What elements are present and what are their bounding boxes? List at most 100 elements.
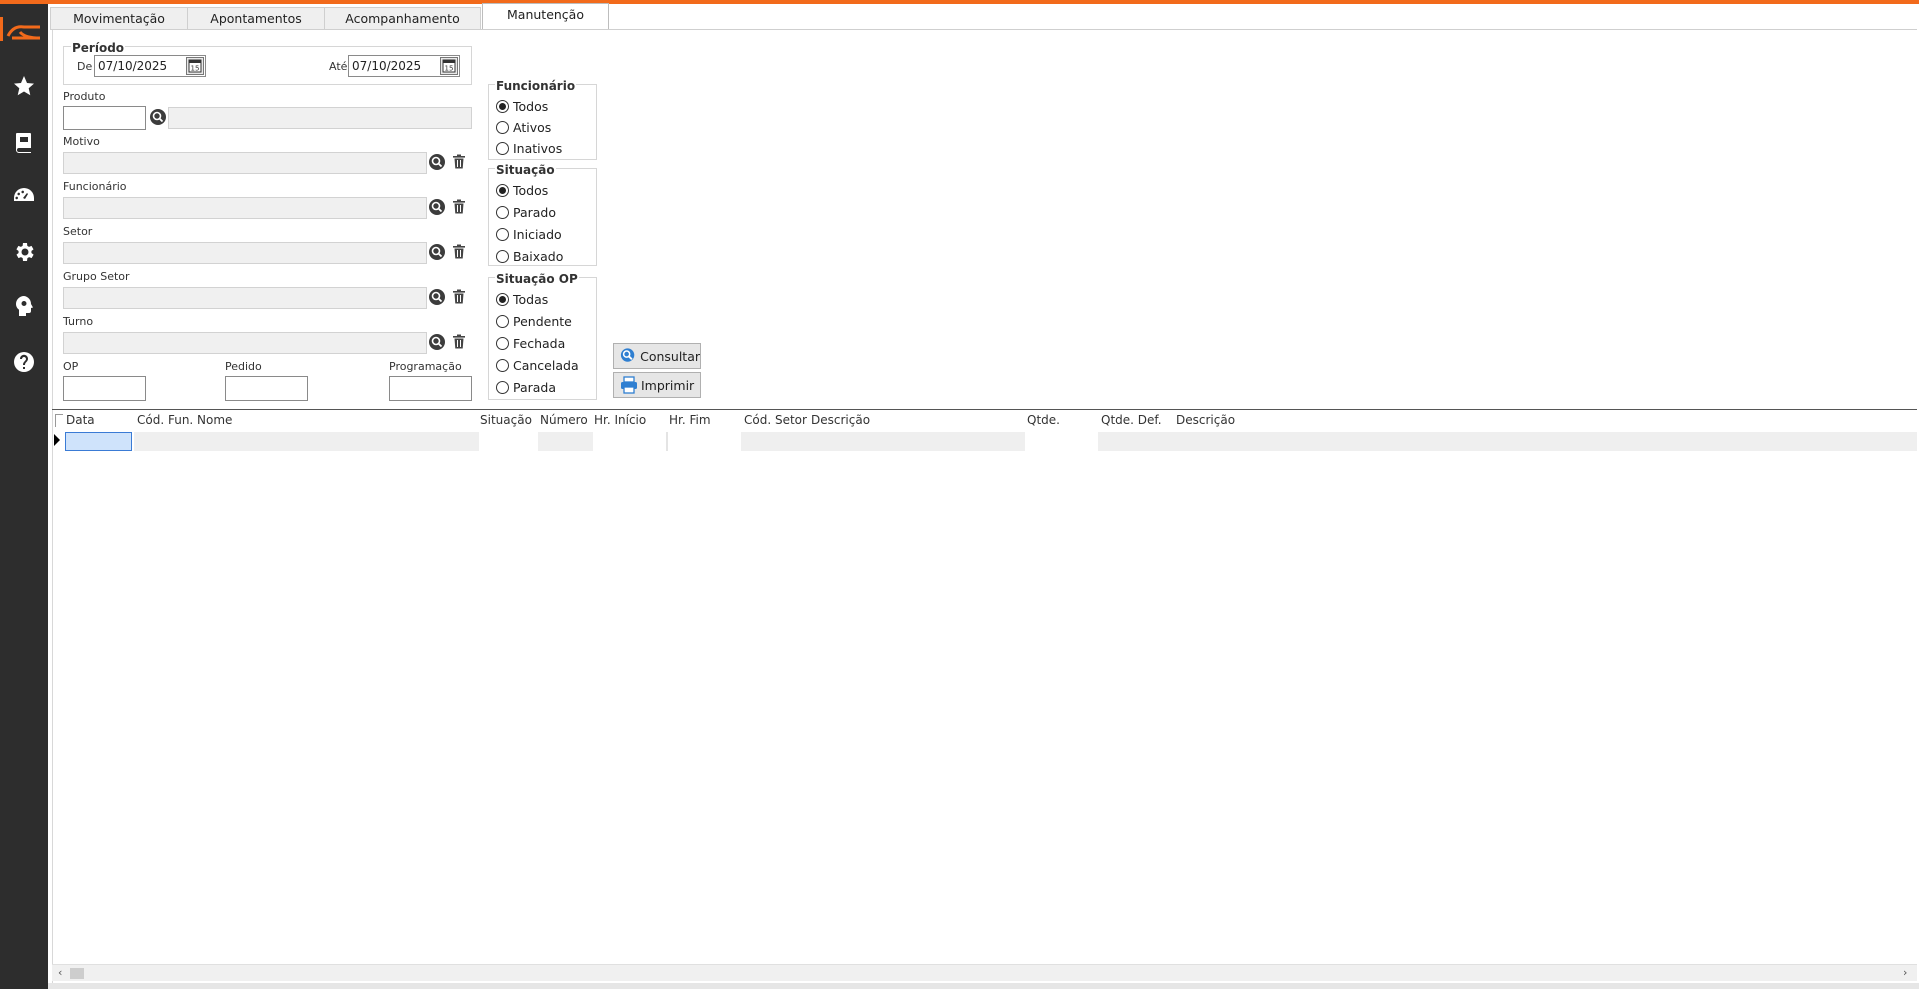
calendar-icon[interactable]: 15 (186, 57, 204, 75)
search-icon[interactable] (429, 289, 445, 305)
funcionario-filter-title: Funcionário (495, 79, 577, 93)
col-qtde[interactable]: Qtde. (1027, 413, 1060, 427)
col-cod-setor[interactable]: Cód. Setor (744, 413, 807, 427)
funcionario-label: Funcionário (63, 180, 127, 193)
programacao-input[interactable] (389, 376, 472, 401)
op-label: OP (63, 360, 79, 373)
tab-acompanhamento[interactable]: Acompanhamento (324, 7, 481, 30)
funcionario-input[interactable] (63, 197, 427, 219)
imprimir-button[interactable]: Imprimir (613, 372, 701, 398)
grupo-setor-label: Grupo Setor (63, 270, 130, 283)
ate-date-value: 07/10/2025 (352, 59, 422, 73)
col-descricao-2[interactable]: Descrição (1176, 413, 1235, 427)
produto-label: Produto (63, 90, 106, 103)
funcionario-filter-group: Funcionário Todos Ativos Inativos (488, 79, 597, 160)
imprimir-label: Imprimir (641, 377, 695, 393)
search-icon[interactable] (429, 244, 445, 260)
table-row-cell[interactable] (1098, 432, 1917, 451)
produto-code-input[interactable] (63, 106, 146, 130)
situacao-filter-title: Situação (495, 163, 556, 177)
scroll-right-icon[interactable]: › (1903, 966, 1907, 979)
turno-label: Turno (63, 315, 94, 328)
produto-description-input[interactable] (168, 107, 472, 129)
col-hr-fim[interactable]: Hr. Fim (669, 413, 711, 427)
radio-todos[interactable]: Todos (496, 181, 548, 199)
help-icon[interactable] (12, 350, 36, 374)
gear-icon[interactable] (12, 240, 36, 264)
tab-manutencao[interactable]: Manutenção (482, 3, 609, 29)
radio-parada[interactable]: Parada (496, 378, 556, 396)
pedido-label: Pedido (225, 360, 262, 373)
search-icon[interactable] (429, 334, 445, 350)
col-numero[interactable]: Número (540, 413, 588, 427)
logo-icon (0, 14, 46, 48)
radio-inativos[interactable]: Inativos (496, 139, 562, 157)
top-accent-bar (0, 0, 1919, 4)
table-row-cell[interactable] (666, 432, 668, 451)
periodo-group: Período De 07/10/2025 15 Até 07/10/2025 … (63, 41, 472, 85)
sidebar (0, 4, 48, 989)
radio-ativos[interactable]: Ativos (496, 118, 551, 136)
scrollbar-thumb[interactable] (70, 968, 84, 979)
dashboard-icon[interactable] (12, 184, 36, 208)
col-situacao[interactable]: Situação (480, 413, 532, 427)
scroll-left-icon[interactable]: ‹ (58, 966, 62, 979)
col-cod-fun[interactable]: Cód. Fun. (137, 413, 193, 427)
table-row-cell[interactable] (538, 432, 593, 451)
grupo-setor-input[interactable] (63, 287, 427, 309)
svg-text:15: 15 (191, 65, 200, 73)
table-row-cell[interactable] (741, 432, 1025, 451)
search-icon[interactable] (150, 109, 166, 125)
radio-cancelada[interactable]: Cancelada (496, 356, 579, 374)
radio-todas[interactable]: Todas (496, 290, 548, 308)
search-icon[interactable] (429, 199, 445, 215)
head-gear-icon[interactable] (12, 294, 36, 318)
consultar-label: Consultar (640, 348, 700, 364)
radio-fechada[interactable]: Fechada (496, 334, 565, 352)
radio-todos[interactable]: Todos (496, 97, 548, 115)
situacao-op-filter-group: Situação OP Todas Pendente Fechada Cance… (488, 272, 597, 400)
horizontal-scrollbar[interactable]: ‹ › (52, 964, 1917, 981)
tab-movimentacao[interactable]: Movimentação (50, 7, 188, 30)
radio-pendente[interactable]: Pendente (496, 312, 572, 330)
setor-label: Setor (63, 225, 93, 238)
setor-input[interactable] (63, 242, 427, 264)
trash-icon[interactable] (452, 289, 466, 304)
col-nome[interactable]: Nome (197, 413, 232, 427)
col-qtde-def[interactable]: Qtde. Def. (1101, 413, 1162, 427)
printer-icon (621, 376, 637, 394)
consultar-button[interactable]: Consultar (613, 343, 701, 369)
de-label: De (77, 60, 93, 73)
radio-parado[interactable]: Parado (496, 203, 556, 221)
col-descricao[interactable]: Descrição (811, 413, 870, 427)
trash-icon[interactable] (452, 334, 466, 349)
pedido-input[interactable] (225, 376, 308, 401)
col-hr-inicio[interactable]: Hr. Início (594, 413, 646, 427)
row-indicator-icon (54, 434, 60, 446)
grid-corner (55, 414, 63, 427)
book-icon[interactable] (12, 130, 36, 154)
calendar-icon[interactable]: 15 (440, 57, 458, 75)
radio-iniciado[interactable]: Iniciado (496, 225, 562, 243)
de-date-field[interactable]: 07/10/2025 15 (94, 55, 206, 77)
ate-date-field[interactable]: 07/10/2025 15 (348, 55, 460, 77)
table-row-cell-selected[interactable] (65, 432, 132, 451)
trash-icon[interactable] (452, 244, 466, 259)
search-icon[interactable] (429, 154, 445, 170)
col-data[interactable]: Data (66, 413, 95, 427)
trash-icon[interactable] (452, 154, 466, 169)
motivo-input[interactable] (63, 152, 427, 174)
situacao-op-filter-title: Situação OP (495, 272, 579, 286)
star-icon[interactable] (12, 74, 36, 98)
table-row-cell[interactable] (134, 432, 479, 451)
turno-input[interactable] (63, 332, 427, 354)
motivo-label: Motivo (63, 135, 100, 148)
tab-apontamentos[interactable]: Apontamentos (187, 7, 325, 30)
op-input[interactable] (63, 376, 146, 401)
svg-text:15: 15 (445, 65, 454, 73)
periodo-title: Período (71, 41, 126, 55)
radio-baixado[interactable]: Baixado (496, 247, 563, 265)
results-grid[interactable]: Data Cód. Fun. Nome Situação Número Hr. … (52, 409, 1917, 981)
trash-icon[interactable] (452, 199, 466, 214)
search-icon (620, 348, 635, 362)
